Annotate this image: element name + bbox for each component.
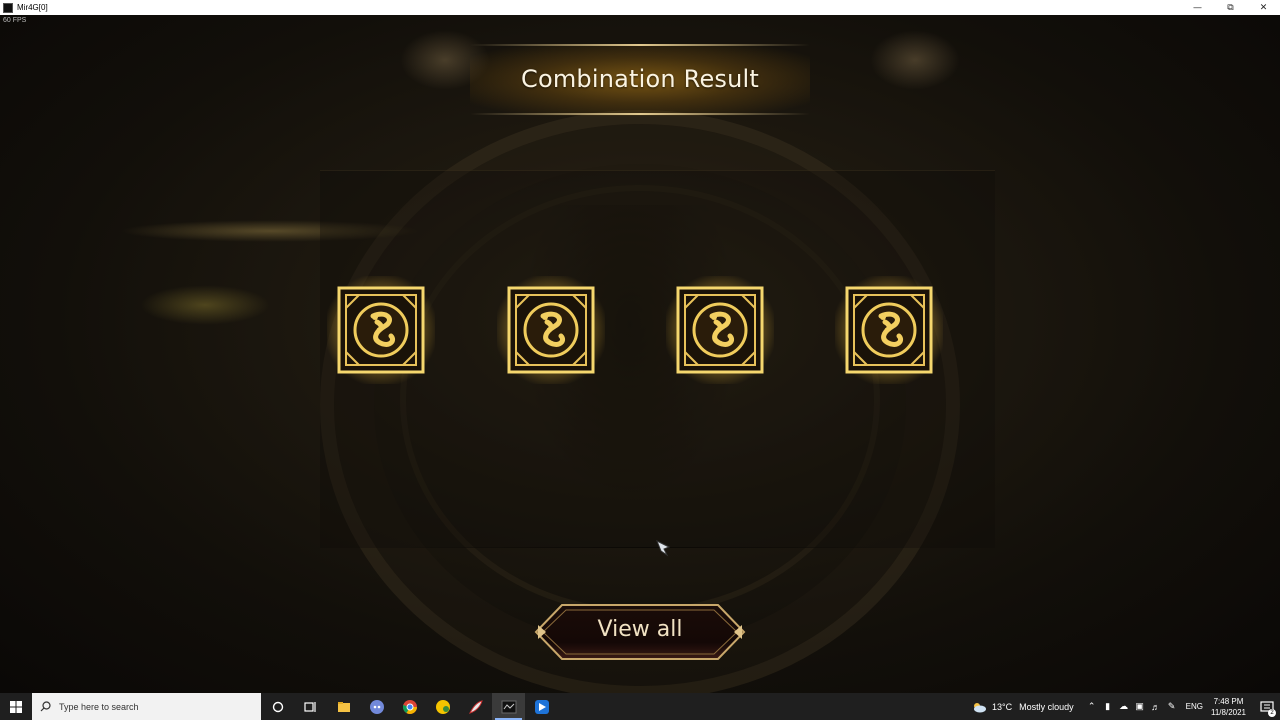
app-icon <box>3 2 13 13</box>
search-placeholder: Type here to search <box>59 701 139 712</box>
ceiling-light <box>870 30 960 90</box>
chevron-up-icon[interactable]: ⌃ <box>1084 693 1100 720</box>
cloud-icon <box>974 702 987 712</box>
weather-widget[interactable]: 13°C Mostly cloudy <box>971 701 1074 713</box>
window-titlebar: Mir4G[0] — ⧉ ✕ <box>0 0 1280 15</box>
clock-time: 7:48 PM <box>1213 696 1244 706</box>
app-blue-icon[interactable] <box>525 693 558 720</box>
task-view-icon[interactable] <box>294 693 327 720</box>
cortana-icon[interactable] <box>261 693 294 720</box>
pen-icon[interactable]: ✎ <box>1164 693 1180 720</box>
view-all-button[interactable]: View all <box>534 603 746 661</box>
mouse-cursor-icon <box>656 539 671 557</box>
notification-badge: 2 <box>1268 709 1276 717</box>
result-item[interactable] <box>835 276 943 384</box>
taskbar-search-box[interactable]: Type here to search <box>32 693 261 720</box>
dragon-emblem-icon <box>845 286 933 374</box>
app-feather-icon[interactable] <box>459 693 492 720</box>
dragon-emblem-icon <box>337 286 425 374</box>
search-icon <box>40 701 51 712</box>
panel-divider <box>385 547 915 548</box>
taskbar: Type here to search 13°C Mostly cloudy ⌃… <box>0 693 1280 720</box>
fps-counter: 60 FPS <box>3 17 27 24</box>
dragon-emblem-icon <box>507 286 595 374</box>
window-controls: — ⧉ ✕ <box>1181 0 1280 15</box>
windows-start-icon[interactable] <box>0 693 32 720</box>
chrome-icon[interactable] <box>393 693 426 720</box>
light-streak <box>140 285 270 325</box>
header-top-line <box>470 44 810 46</box>
clock[interactable]: 7:48 PM 11/8/2021 <box>1211 696 1246 718</box>
dragon-emblem-icon <box>676 286 764 374</box>
app-yellow-icon[interactable] <box>426 693 459 720</box>
mir4-icon[interactable] <box>492 693 525 720</box>
screen: Mir4G[0] — ⧉ ✕ 60 FPS Combination Result <box>0 0 1280 720</box>
close-icon[interactable]: ✕ <box>1247 0 1280 15</box>
weather-temp: 13°C <box>992 701 1013 712</box>
weather-condition: Mostly cloudy <box>1019 701 1074 712</box>
minimize-icon[interactable]: — <box>1181 0 1214 15</box>
window-title: Mir4G[0] <box>17 3 48 12</box>
system-tray: 13°C Mostly cloudy ⌃ ▮ ☁ ▣ ♬ ✎ ENG 7:48 … <box>971 693 1280 720</box>
result-item[interactable] <box>327 276 435 384</box>
volume-icon[interactable]: ♬ <box>1148 693 1164 720</box>
restore-icon[interactable]: ⧉ <box>1214 0 1247 15</box>
discord-icon[interactable] <box>360 693 393 720</box>
onedrive-cloud-icon[interactable]: ☁ <box>1116 693 1132 720</box>
result-item[interactable] <box>497 276 605 384</box>
game-viewport: 60 FPS Combination Result View all <box>0 15 1280 693</box>
microphone-icon[interactable]: ▮ <box>1100 693 1116 720</box>
page-title: Combination Result <box>521 65 759 93</box>
network-icon[interactable]: ▣ <box>1132 693 1148 720</box>
language-indicator[interactable]: ENG <box>1186 702 1203 711</box>
clock-date: 11/8/2021 <box>1211 707 1246 717</box>
result-item[interactable] <box>666 276 774 384</box>
file-explorer-icon[interactable] <box>327 693 360 720</box>
header-bottom-line <box>470 113 810 115</box>
notification-center-icon[interactable]: 2 <box>1254 693 1280 720</box>
view-all-label: View all <box>597 617 683 642</box>
